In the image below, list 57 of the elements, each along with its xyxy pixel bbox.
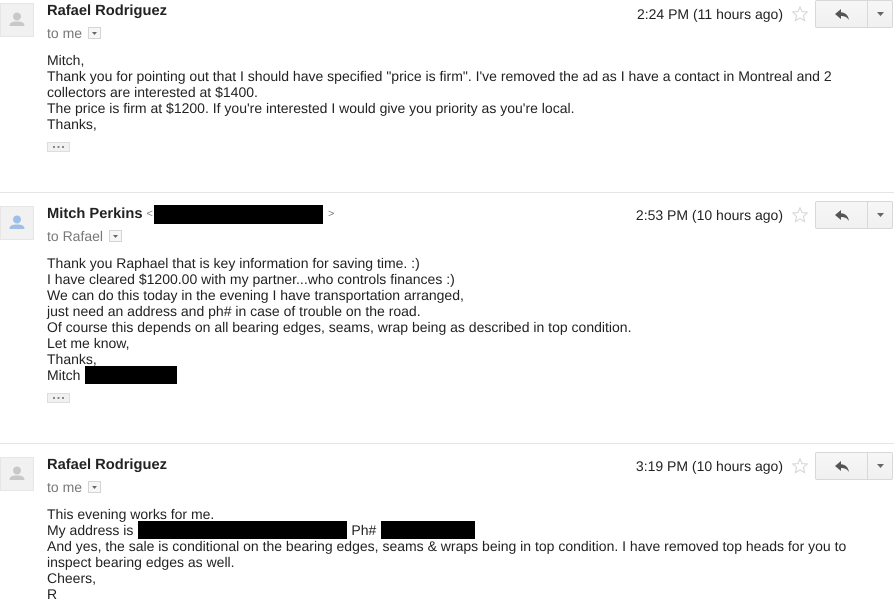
avatar-icon	[0, 206, 34, 240]
recipient-details-button[interactable]	[88, 27, 102, 39]
reply-button[interactable]	[815, 201, 868, 229]
sender-name: Rafael Rodriguez	[47, 457, 167, 473]
message-text: I have cleared $1200.00 with my partner...who controls finances :)	[47, 271, 455, 287]
message-text: Thank you for pointing out that I should have specified "price is firm". I've removed the ad as I have a contact in Montreal and 2	[47, 68, 832, 84]
email-bracket: <	[146, 207, 153, 222]
star-icon[interactable]	[792, 6, 808, 22]
message-text: Cheers,	[47, 570, 96, 586]
message-text: just need an address and ph# in case of trouble on the road.	[47, 303, 421, 319]
message-text: This evening works for me.	[47, 506, 214, 522]
message-text: R	[47, 586, 58, 602]
caret-icon	[92, 32, 98, 34]
star-icon[interactable]	[792, 207, 808, 223]
message-text: Thanks,	[47, 351, 97, 367]
message-text: Mitch,	[47, 52, 84, 68]
show-trimmed-content-button[interactable]	[47, 142, 70, 152]
recipient-text: to me	[47, 25, 82, 41]
caret-icon	[92, 486, 98, 488]
reply-icon	[834, 210, 848, 220]
reply-button[interactable]	[815, 452, 868, 480]
message-text: And yes, the sale is conditional on the bearing edges, seams & wraps being in top condition. I have removed top heads for you to	[47, 538, 846, 554]
caret-icon	[876, 12, 884, 16]
caret-icon	[876, 213, 884, 217]
reply-button[interactable]	[815, 0, 868, 28]
sender-name: Mitch Perkins	[47, 206, 142, 222]
message-text: We can do this today in the evening I have transportation arranged,	[47, 287, 464, 303]
recipient-text: to me	[47, 479, 82, 495]
caret-icon	[876, 464, 884, 468]
reply-icon	[834, 8, 848, 20]
reply-icon	[834, 460, 848, 472]
message-text: The price is firm at $1200. If you're interested I would give you priority as you're local.	[47, 100, 574, 116]
avatar-icon	[0, 457, 34, 491]
message-text: Ph#	[351, 522, 376, 538]
recipient-details-button[interactable]	[88, 481, 102, 493]
message-time: 3:19 PM (10 hours ago)	[636, 458, 783, 474]
message-time: 2:53 PM (10 hours ago)	[636, 207, 783, 223]
message-text: Let me know,	[47, 335, 130, 351]
avatar-icon	[0, 3, 34, 37]
star-icon[interactable]	[792, 458, 808, 474]
more-options-button[interactable]	[868, 201, 893, 229]
email-bracket: >	[328, 207, 334, 222]
recipient-text: to Rafael	[47, 228, 104, 244]
sender-name: Rafael Rodriguez	[47, 3, 167, 19]
message-text: Thank you Raphael that is key information for saving time. :)	[47, 255, 420, 271]
message-text: Mitch	[47, 367, 80, 383]
message-text: collectors are interested at $1400.	[47, 84, 258, 100]
message-text: Thanks,	[47, 116, 97, 132]
recipient-details-button[interactable]	[109, 230, 122, 242]
message-text: inspect bearing edges as well.	[47, 554, 235, 570]
message-text: Of course this depends on all bearing edges, seams, wrap being as described in top condition.	[47, 319, 632, 335]
more-options-button[interactable]	[868, 452, 893, 480]
more-options-button[interactable]	[868, 0, 893, 28]
show-trimmed-content-button[interactable]	[47, 393, 70, 403]
message-text: My address is	[47, 522, 134, 538]
caret-icon	[113, 234, 118, 238]
message-time: 2:24 PM (11 hours ago)	[636, 6, 783, 22]
